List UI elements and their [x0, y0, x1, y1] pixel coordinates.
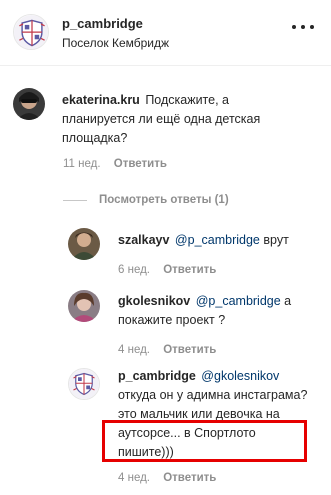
- reply-meta: 6 нед. Ответить: [118, 264, 216, 276]
- user-photo-icon: [68, 290, 100, 322]
- reply-time[interactable]: 6 нед.: [118, 264, 150, 276]
- location-link[interactable]: Поселок Кембридж: [62, 36, 169, 50]
- reply-username[interactable]: szalkayv: [118, 233, 169, 247]
- avatar[interactable]: [68, 290, 100, 322]
- more-options-icon[interactable]: [292, 22, 314, 32]
- avatar[interactable]: [68, 228, 100, 260]
- post-header: p_cambridge Поселок Кембридж: [0, 0, 331, 66]
- reply-time[interactable]: 4 нед.: [118, 472, 150, 484]
- reply-meta: 4 нед. Ответить: [118, 344, 216, 356]
- mention-link[interactable]: @p_cambridge: [175, 233, 260, 247]
- view-replies-label: Посмотреть ответы (1): [99, 194, 229, 206]
- reply-text: szalkayv @p_cambridge врут: [118, 231, 308, 250]
- comment-username[interactable]: ekaterina.kru: [62, 93, 140, 107]
- user-photo-icon: [13, 88, 45, 120]
- reply-button[interactable]: Ответить: [114, 158, 167, 170]
- reply-body: врут: [259, 233, 289, 247]
- reply-button[interactable]: Ответить: [163, 264, 216, 276]
- mention-link[interactable]: @p_cambridge: [196, 294, 281, 308]
- crest-logo-icon: [14, 15, 49, 50]
- reply-button[interactable]: Ответить: [163, 344, 216, 356]
- avatar[interactable]: [13, 88, 45, 120]
- reply-username[interactable]: p_cambridge: [118, 369, 196, 383]
- view-replies-button[interactable]: Посмотреть ответы (1): [63, 193, 229, 207]
- comment-time[interactable]: 11 нед.: [63, 158, 101, 170]
- mention-link[interactable]: @gkolesnikov: [201, 369, 279, 383]
- comment-text: ekaterina.kru Подскажите, а планируется …: [62, 91, 302, 148]
- profile-avatar[interactable]: [13, 14, 49, 50]
- reply-text: gkolesnikov @p_cambridge а покажите прое…: [118, 292, 308, 330]
- comment-meta: 11 нед. Ответить: [63, 158, 167, 170]
- user-photo-icon: [68, 228, 100, 260]
- reply-meta: 4 нед. Ответить: [118, 472, 216, 484]
- reply-button[interactable]: Ответить: [163, 472, 216, 484]
- divider-line: [63, 199, 87, 201]
- crest-logo-icon: [69, 369, 99, 399]
- avatar[interactable]: [68, 368, 100, 400]
- profile-username[interactable]: p_cambridge: [62, 16, 143, 31]
- highlight-box: [102, 420, 307, 462]
- reply-time[interactable]: 4 нед.: [118, 344, 150, 356]
- reply-username[interactable]: gkolesnikov: [118, 294, 190, 308]
